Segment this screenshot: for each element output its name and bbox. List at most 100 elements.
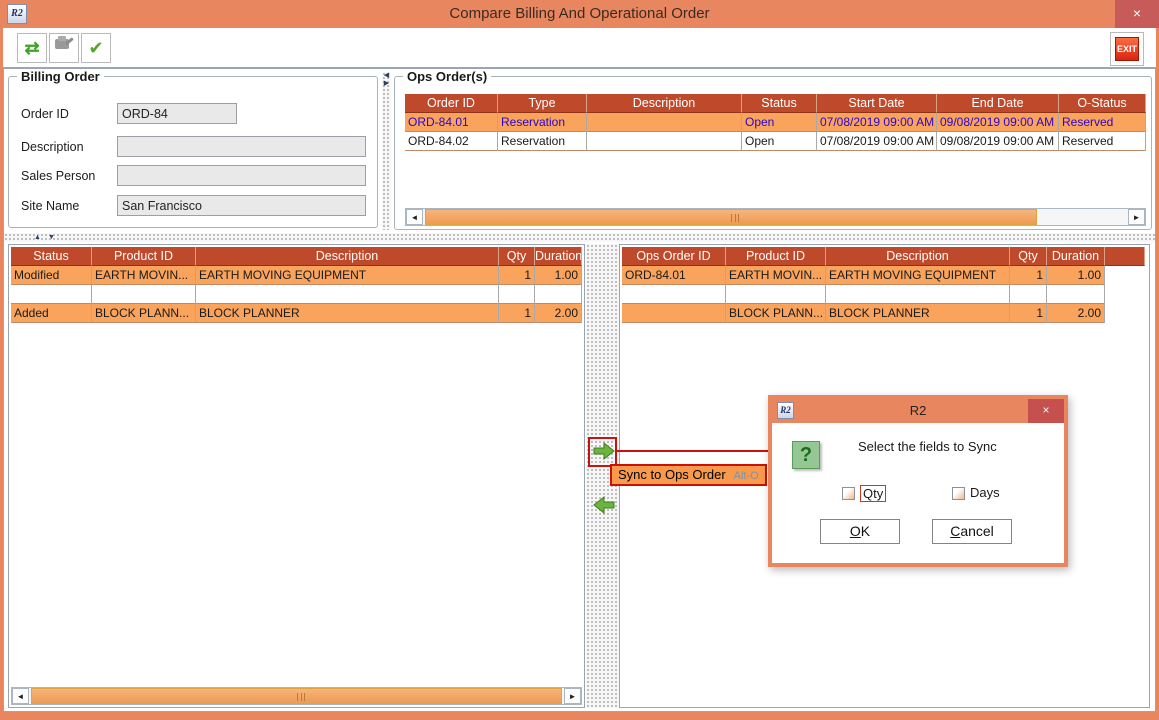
cell: 1 [499,266,535,285]
billing-order-group-title: Billing Order [17,69,104,84]
collapse-down-icon[interactable]: ▼ [48,234,55,242]
dialog-body: ? Select the fields to Sync Qty Days OK … [772,423,1064,563]
billing-item-row-modified[interactable]: Modified EARTH MOVIN... EARTH MOVING EQU… [11,266,582,285]
app-window: R2 Compare Billing And Operational Order… [0,0,1159,720]
cell: ORD-84.02 [405,132,498,151]
cell: 09/08/2019 09:00 AM [937,132,1059,151]
collapse-up-icon[interactable]: ▲ [34,234,41,242]
cell: EARTH MOVING EQUIPMENT [826,266,1010,285]
col-description[interactable]: Description [587,94,742,113]
cell: Added [11,304,92,323]
days-checkbox-label[interactable]: Days [970,485,1000,500]
cell [826,285,1010,304]
col-ops-order-id[interactable]: Ops Order ID [622,247,726,266]
scroll-left-button[interactable]: ◄ [12,688,29,704]
window-close-button[interactable]: × [1115,0,1159,28]
col-duration[interactable]: Duration [535,247,582,266]
refresh-icon: ⇄ [24,38,39,58]
cell [587,113,742,132]
description-field[interactable] [117,136,366,157]
cancel-button-underline: C [950,523,960,539]
dialog-close-button[interactable]: × [1028,399,1064,423]
print-icon [53,41,75,58]
col-description[interactable]: Description [196,247,499,266]
billing-items-panel: Status Product ID Description Qty Durati… [8,244,585,708]
cell: 1 [1010,266,1047,285]
refresh-button[interactable]: ⇄ [17,33,47,63]
cell: BLOCK PLANN... [726,304,826,323]
billing-item-row-added[interactable]: Added BLOCK PLANN... BLOCK PLANNER 1 2.0… [11,304,582,323]
col-qty[interactable]: Qty [499,247,535,266]
days-checkbox[interactable] [952,487,965,500]
window-titlebar: R2 Compare Billing And Operational Order… [0,0,1159,28]
exit-button[interactable]: EXIT [1115,37,1139,61]
cell [1010,285,1047,304]
cell: 1.00 [535,266,582,285]
ops-orders-hscrollbar[interactable]: ◄ ► [405,208,1146,226]
col-status[interactable]: Status [742,94,817,113]
col-start-date[interactable]: Start Date [817,94,937,113]
cell: 1.00 [1047,266,1105,285]
ok-button[interactable]: OK [820,519,900,544]
dialog-title: R2 [772,399,1064,423]
scrollbar-thumb[interactable] [31,688,562,704]
print-button-disabled[interactable] [49,33,79,63]
ops-item-row[interactable]: BLOCK PLANN... BLOCK PLANNER 1 2.00 [622,304,1105,323]
col-qty[interactable]: Qty [1010,247,1047,266]
col-end-date[interactable]: End Date [937,94,1059,113]
cell [499,285,535,304]
vertical-split-divider[interactable]: ◀ ▶ [382,72,391,230]
ops-order-row[interactable]: ORD-84.02 Reservation Open 07/08/2019 09… [405,132,1146,151]
cell [622,285,726,304]
ops-orders-table: Order ID Type Description Status Start D… [405,94,1146,151]
cell [535,285,582,304]
order-id-field[interactable] [117,103,237,124]
scrollbar-grip [297,693,305,701]
cell: 1 [1010,304,1047,323]
checkmark-icon: ✔ [88,38,103,58]
col-status[interactable]: Status [11,247,92,266]
scrollbar-thumb[interactable] [425,209,1037,225]
cell: Reservation [498,113,587,132]
annotation-arrow-line [616,450,780,452]
scroll-left-button[interactable]: ◄ [406,209,423,225]
cell: 07/08/2019 09:00 AM [817,132,937,151]
col-description[interactable]: Description [826,247,1010,266]
cell: Open [742,132,817,151]
cell [622,304,726,323]
scroll-right-button[interactable]: ► [564,688,581,704]
qty-checkbox-label[interactable]: Qty [860,485,886,502]
col-duration[interactable]: Duration [1047,247,1105,266]
billing-item-row-empty[interactable] [11,285,582,304]
col-o-status[interactable]: O-Status [1059,94,1146,113]
cell: EARTH MOVIN... [92,266,196,285]
ops-item-row[interactable]: ORD-84.01 EARTH MOVIN... EARTH MOVING EQ… [622,266,1105,285]
billing-items-hscrollbar[interactable]: ◄ ► [11,687,582,705]
col-type[interactable]: Type [498,94,587,113]
dialog-titlebar: R2 R2 × [772,399,1064,423]
site-name-field[interactable] [117,195,366,216]
cell: 07/08/2019 09:00 AM [817,113,937,132]
horizontal-split-divider[interactable]: ▲ ▼ [4,233,1155,242]
qty-checkbox[interactable] [842,487,855,500]
col-spacer [1105,247,1145,266]
sync-to-billing-order-button[interactable] [592,496,616,516]
cell: 1 [499,304,535,323]
col-product-id[interactable]: Product ID [726,247,826,266]
sync-fields-dialog: R2 R2 × ? Select the fields to Sync Qty … [768,395,1068,567]
cell: Reservation [498,132,587,151]
ops-item-row-empty[interactable] [622,285,1105,304]
cell: BLOCK PLANNER [826,304,1010,323]
cancel-button[interactable]: Cancel [932,519,1012,544]
scroll-right-button[interactable]: ► [1128,209,1145,225]
apply-button[interactable]: ✔ [81,33,111,63]
cell: 2.00 [535,304,582,323]
cell [196,285,499,304]
collapse-right-icon[interactable]: ▶ [382,80,391,88]
sales-person-field[interactable] [117,165,366,186]
col-order-id[interactable]: Order ID [405,94,498,113]
collapse-left-icon[interactable]: ◀ [382,72,391,80]
col-product-id[interactable]: Product ID [92,247,196,266]
toolbar: ⇄ ✔ EXIT [3,28,1156,68]
ops-order-row-selected[interactable]: ORD-84.01 Reservation Open 07/08/2019 09… [405,113,1146,132]
